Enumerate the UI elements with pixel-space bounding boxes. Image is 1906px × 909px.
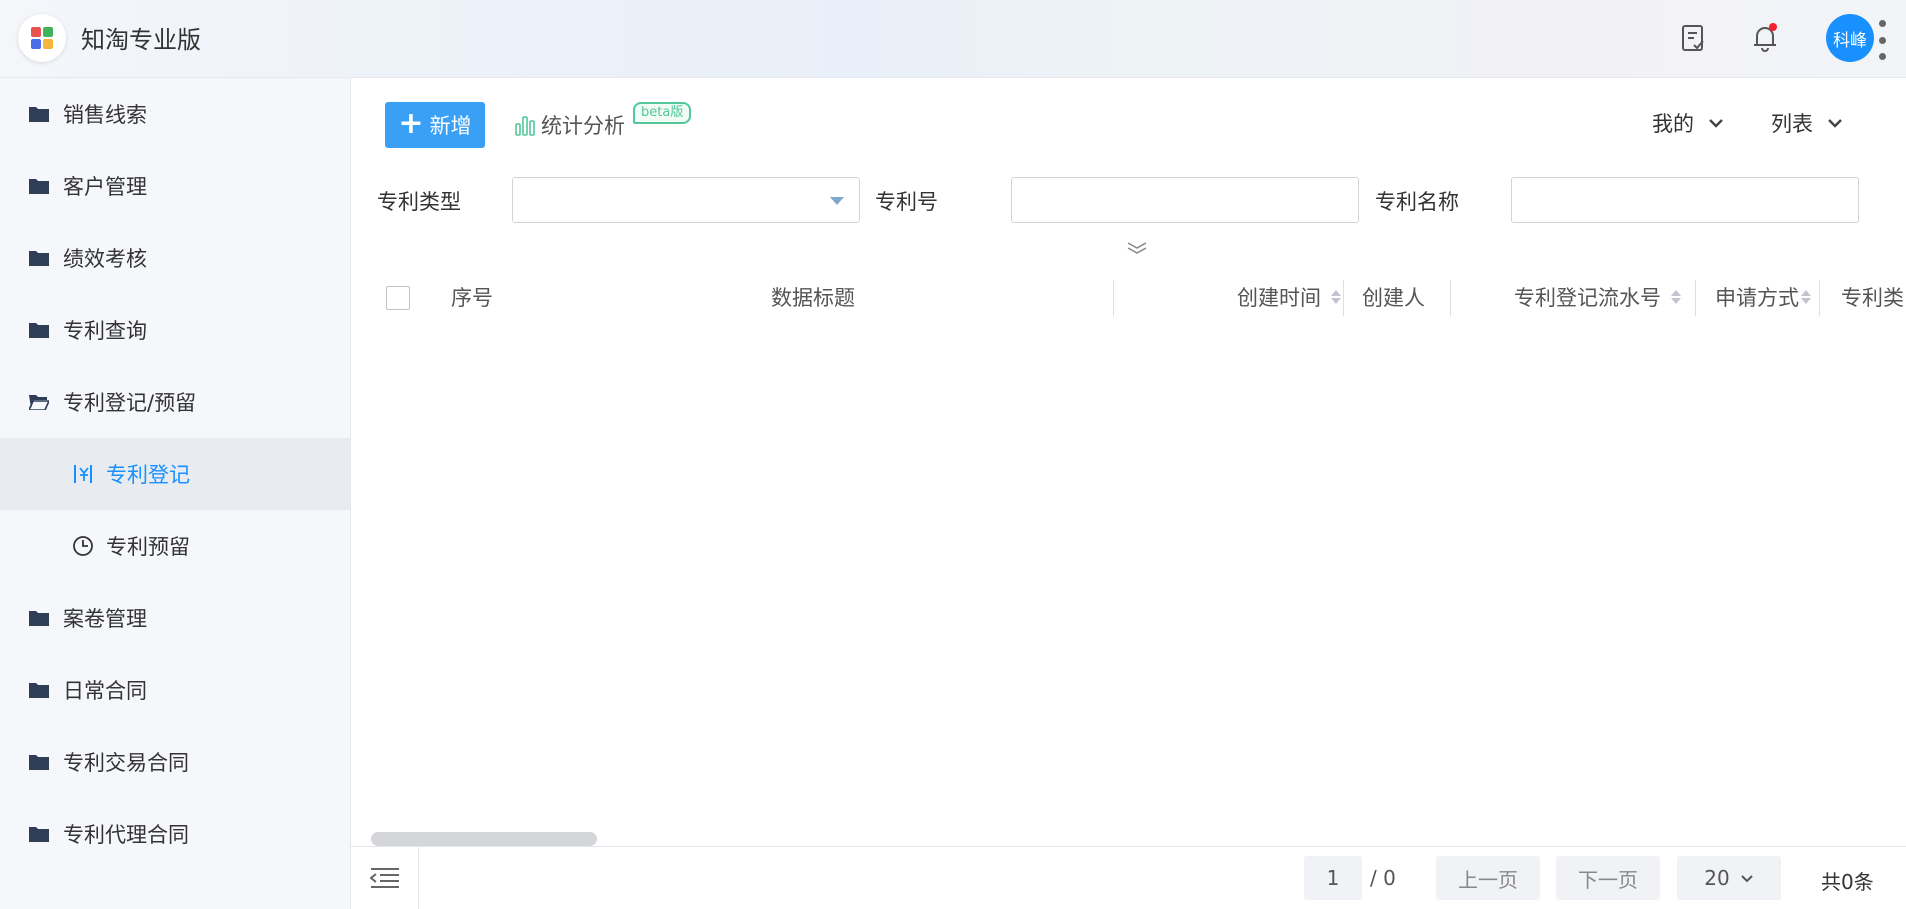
scope-dropdown[interactable]: 我的 [1652, 108, 1724, 138]
column-header-title[interactable]: 数据标题 [771, 271, 855, 323]
sidebar-item-label: 专利查询 [63, 319, 147, 343]
bell-icon[interactable] [1749, 22, 1781, 54]
sidebar-item-label: 专利预留 [106, 535, 190, 559]
sort-icon[interactable] [1671, 290, 1681, 304]
sidebar-item-patent-search[interactable]: 专利查询 [0, 294, 350, 366]
clock-icon [73, 536, 93, 556]
pagination-bar: 1 / 0 上一页 下一页 20 共0条 [351, 847, 1906, 909]
sidebar-item-label: 绩效考核 [63, 247, 147, 271]
total-count: 共0条 [1821, 870, 1874, 894]
sidebar-item-label: 销售线索 [63, 103, 147, 127]
more-menu-icon[interactable] [1876, 20, 1888, 60]
app-root: 知淘专业版 科峰 销售线索 客户管理 绩效考核 专利查询 专利登记/预留 专利登… [0, 0, 1906, 909]
user-avatar[interactable]: 科峰 [1826, 14, 1874, 62]
add-button[interactable]: + 新增 [385, 102, 485, 148]
table-header: 序号 数据标题 创建时间 创建人 专利登记流水号 申请方式 专利类 [351, 271, 1906, 323]
bar-chart-icon [515, 116, 535, 136]
patent-type-label: 专利类型 [377, 190, 461, 214]
column-divider[interactable] [1819, 280, 1820, 316]
statistics-link[interactable]: 统计分析 [515, 110, 625, 140]
sidebar-item-case-files[interactable]: 案卷管理 [0, 582, 350, 654]
chevron-down-icon [1709, 119, 1723, 128]
sidebar-item-patent-agency-contracts[interactable]: 专利代理合同 [0, 798, 350, 870]
expand-filters-icon[interactable] [1125, 239, 1149, 255]
total-pages: / 0 [1370, 866, 1396, 890]
column-header-serial-number[interactable]: 专利登记流水号 [1461, 271, 1681, 323]
page-size-value: 20 [1704, 866, 1730, 890]
main-content: + 新增 统计分析 beta版 我的 列表 专利类型 专利号 专利名称 序号 数… [351, 78, 1906, 909]
indent-icon [369, 868, 399, 888]
page-number-input[interactable]: 1 [1304, 856, 1362, 900]
sidebar-item-customers[interactable]: 客户管理 [0, 150, 350, 222]
folder-icon [29, 179, 49, 194]
sidebar-item-performance[interactable]: 绩效考核 [0, 222, 350, 294]
view-dropdown[interactable]: 列表 [1771, 108, 1843, 138]
sidebar-item-label: 日常合同 [63, 679, 147, 703]
patent-name-label: 专利名称 [1375, 190, 1459, 214]
sidebar-item-sales-leads[interactable]: 销售线索 [0, 78, 350, 150]
folder-icon [29, 827, 49, 842]
sort-icon[interactable] [1331, 290, 1341, 304]
add-button-label: 新增 [429, 114, 472, 138]
patent-type-select[interactable] [512, 177, 860, 223]
folder-icon [29, 683, 49, 698]
sort-icon[interactable] [1801, 290, 1811, 304]
app-name: 知淘专业版 [81, 26, 201, 54]
page-size-select[interactable]: 20 [1677, 856, 1781, 900]
column-header-creator[interactable]: 创建人 [1362, 271, 1425, 323]
chevron-down-icon [1741, 874, 1753, 882]
folder-icon [29, 611, 49, 626]
sidebar-item-label: 案卷管理 [63, 607, 147, 631]
patent-number-input[interactable] [1011, 177, 1359, 223]
sidebar-item-label: 专利代理合同 [63, 823, 189, 847]
beta-badge: beta版 [633, 102, 692, 124]
patent-number-label: 专利号 [875, 190, 938, 214]
collapse-sidebar-button[interactable] [351, 847, 419, 909]
column-header-index[interactable]: 序号 [451, 271, 493, 323]
top-header: 知淘专业版 科峰 [0, 0, 1906, 78]
chevron-down-icon [1828, 119, 1842, 128]
sidebar-item-daily-contracts[interactable]: 日常合同 [0, 654, 350, 726]
sidebar-item-patent-register[interactable]: 专利登记 [0, 438, 350, 510]
sidebar-item-patent-reserve[interactable]: 专利预留 [0, 510, 350, 582]
column-divider[interactable] [1695, 280, 1696, 316]
statistics-label: 统计分析 [541, 114, 625, 138]
column-header-patent-type[interactable]: 专利类 [1841, 271, 1906, 323]
sidebar-item-label: 专利登记 [106, 463, 190, 487]
scope-dropdown-label: 我的 [1652, 112, 1694, 136]
patent-name-input[interactable] [1511, 177, 1859, 223]
select-all-checkbox[interactable] [386, 286, 410, 310]
sidebar: 销售线索 客户管理 绩效考核 专利查询 专利登记/预留 专利登记 专利预留 案卷… [0, 78, 351, 909]
sidebar-item-label: 客户管理 [63, 175, 147, 199]
folder-icon [29, 251, 49, 266]
column-header-created-time[interactable]: 创建时间 [1121, 271, 1341, 323]
view-dropdown-label: 列表 [1771, 112, 1813, 136]
next-page-button[interactable]: 下一页 [1556, 856, 1660, 900]
folder-open-icon [29, 395, 49, 410]
logo-icon [31, 27, 53, 49]
column-divider[interactable] [1343, 280, 1344, 316]
horizontal-scrollbar[interactable] [371, 832, 597, 846]
column-divider[interactable] [1450, 280, 1451, 316]
sidebar-item-label: 专利登记/预留 [63, 391, 197, 415]
folder-icon [29, 323, 49, 338]
sidebar-item-label: 专利交易合同 [63, 751, 189, 775]
folder-icon [29, 755, 49, 770]
sidebar-item-patent-trade-contracts[interactable]: 专利交易合同 [0, 726, 350, 798]
plus-icon: + [398, 105, 424, 141]
sidebar-item-patent-register-reserve[interactable]: 专利登记/预留 [0, 366, 350, 438]
column-divider[interactable] [1113, 280, 1114, 316]
folder-icon [29, 107, 49, 122]
register-icon [74, 465, 92, 483]
prev-page-button[interactable]: 上一页 [1436, 856, 1540, 900]
task-list-icon[interactable] [1677, 22, 1709, 54]
column-header-application-method[interactable]: 申请方式 [1715, 271, 1811, 323]
app-logo[interactable] [18, 14, 66, 62]
